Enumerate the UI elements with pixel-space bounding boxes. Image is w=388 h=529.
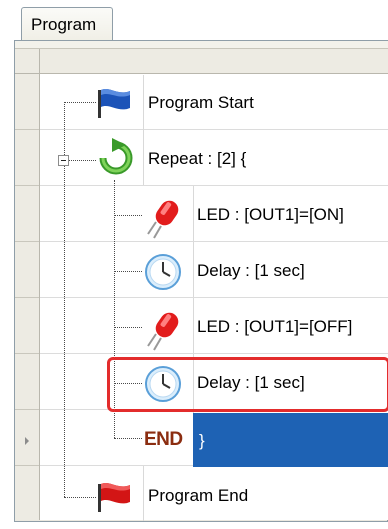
tree-connector <box>69 160 96 161</box>
icon-column-divider <box>143 466 144 521</box>
tree-connector <box>114 271 142 272</box>
icon-column-divider <box>143 130 144 185</box>
gutter-divider <box>15 353 39 354</box>
red-flag-icon <box>96 480 136 514</box>
column-header <box>15 49 388 74</box>
gutter-divider <box>15 241 39 242</box>
end-label: END <box>144 413 183 467</box>
collapse-toggle-icon[interactable] <box>58 155 69 166</box>
highlight-box <box>107 357 388 412</box>
end-text: END <box>144 429 183 450</box>
red-led-icon <box>144 194 186 240</box>
gutter-divider <box>15 129 39 130</box>
tab-program[interactable]: Program <box>21 7 113 41</box>
row-label[interactable]: LED : [OUT1]=[ON] <box>197 187 344 242</box>
header-divider <box>39 49 40 73</box>
gutter-divider <box>15 185 39 186</box>
selected-row[interactable]: } <box>193 413 388 467</box>
red-led-icon <box>144 306 186 352</box>
clock-icon <box>143 252 183 292</box>
gutter-divider <box>15 409 39 410</box>
icon-column-divider <box>143 75 144 130</box>
current-row-indicator-icon <box>25 437 29 445</box>
icon-column-divider <box>193 186 194 241</box>
row-label[interactable]: Delay : [1 sec] <box>197 243 305 298</box>
gutter-divider <box>15 465 39 466</box>
row-label: } <box>199 431 205 450</box>
row-label[interactable]: Repeat : [2] { <box>148 131 246 186</box>
icon-column-divider <box>193 242 194 297</box>
tree-connector <box>114 215 142 216</box>
tree-connector <box>114 438 142 439</box>
row-label[interactable]: Program Start <box>148 75 254 130</box>
loop-arrow-icon <box>95 138 137 180</box>
blue-flag-icon <box>96 86 136 120</box>
icon-column-divider <box>193 298 194 353</box>
gutter-divider <box>15 297 39 298</box>
tree-connector <box>64 102 96 103</box>
header-strip <box>15 41 388 49</box>
row-label[interactable]: LED : [OUT1]=[OFF] <box>197 299 352 354</box>
tree-connector <box>114 327 142 328</box>
row-label[interactable]: Program End <box>148 468 248 523</box>
tree-connector <box>64 497 96 498</box>
